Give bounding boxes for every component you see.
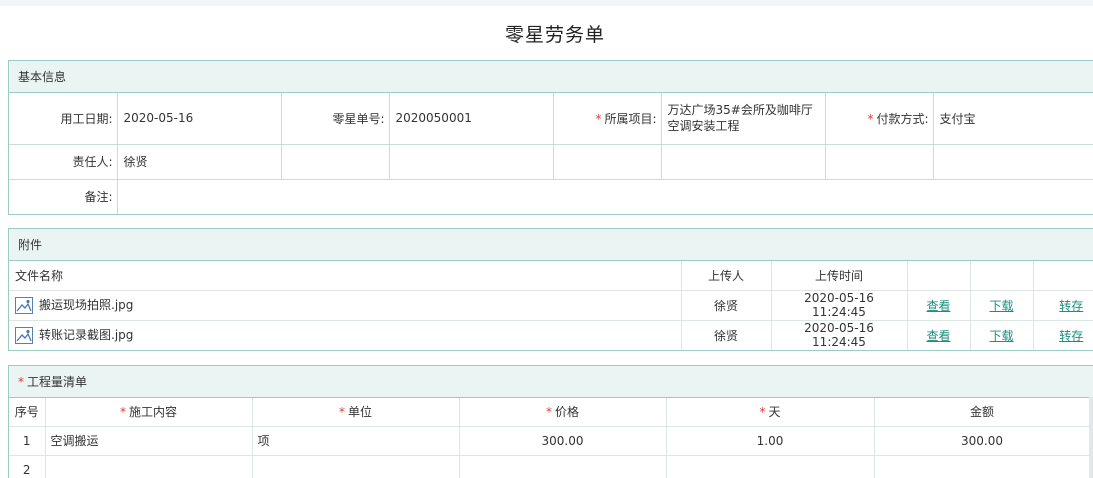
unit-cell[interactable] [252,455,460,478]
column-header-content: * 施工内容 [45,398,253,427]
project-value[interactable]: 万达广场35#会所及咖啡厅 空调安装工程 [661,93,826,145]
attachments-section: 附件 文件名称 上传人 上传时间 搬运现场拍照.jpg 徐贤 2020-05-1… [8,228,1093,351]
days-cell[interactable] [666,455,875,478]
days-cell[interactable]: 1.00 [666,426,875,456]
quantity-list-title: 工程量清单 [27,375,88,389]
payment-value[interactable]: 支付宝 [933,93,1093,145]
work-date-label: 用工日期: [9,93,118,145]
project-line-1: 万达广场35#会所及咖啡厅 [667,103,813,118]
column-header-action [1032,261,1093,291]
uploader: 徐贤 [680,290,771,321]
attachment-row: 转账记录截图.jpg 徐贤 2020-05-16 11:24:45 查看 下载 … [9,320,1093,350]
basic-info-table: 用工日期: 2020-05-16 零星单号: 2020050001 * 所属项目:… [9,93,1093,214]
required-mark: * [595,111,602,126]
required-mark: * [867,111,874,126]
owner-label: 责任人: [9,144,118,180]
file-name-cell: 转账记录截图.jpg [9,320,681,350]
basic-info-header: 基本信息 [9,61,1093,93]
project-label: 所属项目: [604,111,657,126]
column-header-amount: 金额 [874,398,1091,427]
payment-label: 付款方式: [876,111,929,126]
upload-time: 2020-05-16 11:24:45 [770,290,907,321]
page-title: 零星劳务单 [504,24,605,46]
amount-cell [874,455,1091,478]
transfer-link[interactable]: 转存 [1059,299,1083,313]
table-scrollbar[interactable] [1089,397,1093,478]
remark-label: 备注: [9,179,118,214]
top-strip [0,0,1093,6]
table-row: 1 空调搬运 项 300.00 1.00 300.00 [9,426,1091,456]
image-file-icon [15,327,33,345]
column-header-action [906,261,970,291]
owner-value[interactable]: 徐贤 [117,144,282,180]
file-name[interactable]: 转账记录截图.jpg [39,328,133,342]
quantity-table: 序号 * 施工内容 * 单位 * 价格 * 天 金额 1 空调搬运 项 300.00 1… [9,398,1091,478]
view-link[interactable]: 查看 [926,329,950,343]
column-header-time: 上传时间 [770,261,907,291]
empty-cell [281,144,390,180]
empty-cell [661,144,826,180]
row-index: 1 [9,426,46,456]
file-name-cell: 搬运现场拍照.jpg [9,290,681,321]
empty-cell [389,144,554,180]
amount-cell: 300.00 [874,426,1091,456]
empty-cell [825,144,934,180]
file-name[interactable]: 搬运现场拍照.jpg [39,298,133,312]
attachments-table: 文件名称 上传人 上传时间 搬运现场拍照.jpg 徐贤 2020-05-16 1… [9,261,1093,350]
remark-value[interactable] [117,179,1093,214]
attachment-row: 搬运现场拍照.jpg 徐贤 2020-05-16 11:24:45 查看 下载 … [9,290,1093,321]
empty-cell [933,144,1093,180]
order-no-label: 零星单号: [281,93,390,145]
work-date-value[interactable]: 2020-05-16 [117,93,282,145]
download-link[interactable]: 下载 [989,299,1013,313]
column-header-price: * 价格 [459,398,667,427]
attachments-header: 附件 [9,229,1093,261]
upload-time: 2020-05-16 11:24:45 [770,320,907,350]
column-header-index: 序号 [9,398,46,427]
required-mark: * [18,375,24,389]
column-header-days: * 天 [666,398,875,427]
column-header-unit: * 单位 [252,398,460,427]
download-link[interactable]: 下载 [989,329,1013,343]
table-row: 2 [9,455,1091,478]
quantity-list-section: * 工程量清单 序号 * 施工内容 * 单位 * 价格 * 天 金额 1 空调搬运 项 3… [8,365,1093,478]
project-line-2: 空调安装工程 [667,119,740,134]
empty-cell [553,144,662,180]
price-cell[interactable]: 300.00 [459,426,667,456]
column-header-uploader: 上传人 [680,261,771,291]
transfer-link[interactable]: 转存 [1059,329,1083,343]
row-index: 2 [9,455,46,478]
image-file-icon [15,297,33,314]
payment-label-cell: * 付款方式: [825,93,934,145]
view-link[interactable]: 查看 [926,299,950,313]
project-label-cell: * 所属项目: [553,93,662,145]
content-cell[interactable]: 空调搬运 [45,426,253,456]
column-header-name: 文件名称 [9,261,681,291]
content-cell[interactable] [45,455,253,478]
uploader: 徐贤 [680,320,771,350]
quantity-list-header: * 工程量清单 [9,366,1093,398]
basic-info-section: 基本信息 用工日期: 2020-05-16 零星单号: 2020050001 *… [8,60,1093,215]
unit-cell[interactable]: 项 [252,426,460,456]
order-no-value[interactable]: 2020050001 [389,93,554,145]
column-header-action [969,261,1033,291]
price-cell[interactable] [459,455,667,478]
